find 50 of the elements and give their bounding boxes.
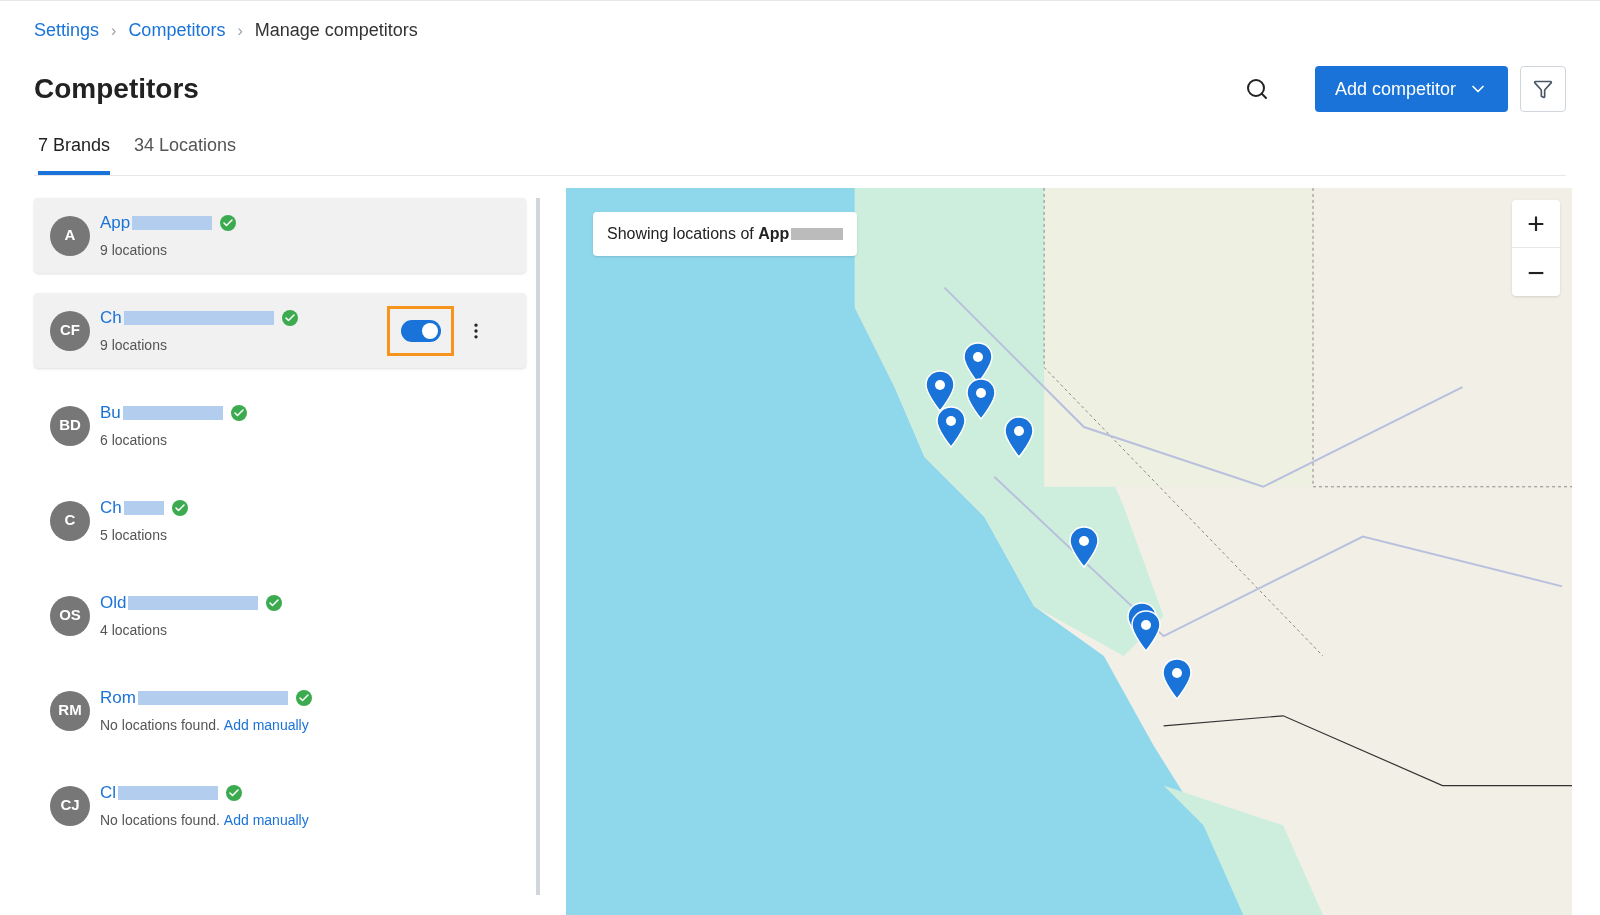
brand-row[interactable]: CF Ch 9 locations (34, 293, 526, 368)
breadcrumb-separator: › (111, 20, 117, 41)
location-count: No locations found. (100, 810, 220, 830)
location-count: No locations found. (100, 715, 220, 735)
map-pin-icon[interactable] (965, 378, 997, 420)
location-count: 9 locations (100, 240, 167, 260)
brand-name-link[interactable]: Old (100, 590, 127, 616)
breadcrumb-link[interactable]: Competitors (128, 17, 226, 44)
page-title: Competitors (34, 72, 199, 106)
map-banner: Showing locations of App (593, 212, 858, 256)
map-pin-icon[interactable] (1003, 416, 1035, 458)
breadcrumb-separator: › (237, 20, 243, 41)
zoom-out-button[interactable]: − (1512, 248, 1560, 296)
avatar: BD (50, 405, 90, 446)
tab[interactable]: 7 Brands (38, 128, 111, 175)
filter-button[interactable] (1520, 66, 1566, 112)
avatar: A (50, 215, 90, 256)
avatar: C (50, 500, 90, 541)
location-count: 6 locations (100, 430, 167, 450)
zoom-in-button[interactable]: + (1512, 200, 1560, 248)
brand-name-link[interactable]: Rom (100, 685, 136, 711)
brand-name-link[interactable]: App (100, 210, 131, 236)
map-pin-icon[interactable] (1161, 658, 1193, 700)
avatar: CJ (50, 785, 90, 826)
brand-name-link[interactable]: Ch (100, 305, 122, 331)
brand-name-link[interactable]: Cl (100, 780, 117, 806)
brand-row[interactable]: A App 9 locations (34, 198, 526, 273)
brand-name-link[interactable]: Ch (100, 495, 122, 521)
location-count: 9 locations (100, 335, 167, 355)
location-count: 5 locations (100, 525, 167, 545)
brand-name-link[interactable]: Bu (100, 400, 121, 426)
toggle-switch[interactable] (400, 319, 441, 342)
tab[interactable]: 34 Locations (134, 128, 237, 175)
map-pin-icon[interactable] (1068, 526, 1100, 568)
filter-icon (1533, 79, 1553, 99)
add-manually-link[interactable]: Add manually (223, 809, 309, 831)
breadcrumb-current: Manage competitors (254, 19, 418, 42)
map-pin-icon[interactable] (935, 406, 967, 448)
map-pin-cluster-icon[interactable] (1126, 602, 1164, 654)
avatar: OS (50, 595, 90, 636)
redaction-bar (791, 228, 844, 240)
avatar: RM (50, 690, 90, 731)
avatar: CF (50, 310, 90, 351)
redaction-bar (123, 501, 164, 515)
add-competitor-button[interactable]: Add competitor (1314, 66, 1508, 112)
breadcrumb-link[interactable]: Settings (34, 17, 100, 44)
location-count: 4 locations (100, 620, 167, 640)
add-manually-link[interactable]: Add manually (223, 714, 309, 736)
map-pin-icon[interactable] (924, 370, 956, 412)
search-icon[interactable] (1244, 77, 1269, 101)
